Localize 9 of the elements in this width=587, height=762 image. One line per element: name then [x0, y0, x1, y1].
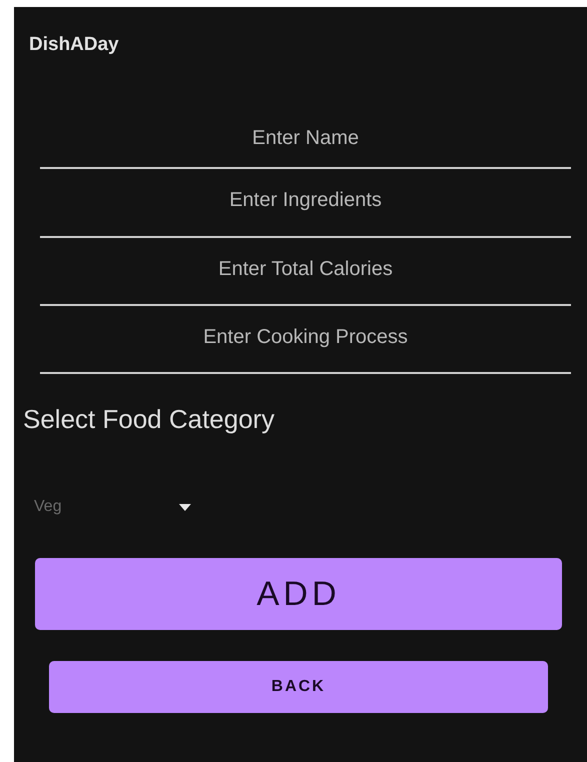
dropdown-caret-icon[interactable] [179, 504, 191, 510]
back-button[interactable]: BACK [49, 661, 548, 713]
category-label: Select Food Category [22, 403, 276, 436]
text-input-field[interactable]: Enter Total Calories [40, 238, 571, 306]
add-button[interactable]: ADD [35, 558, 562, 630]
app-title: DishADay [28, 33, 120, 57]
text-input-field[interactable]: Enter Name [40, 114, 571, 169]
text-input-field[interactable]: Enter Ingredients [40, 169, 571, 238]
text-input-field[interactable]: Enter Cooking Process [40, 306, 571, 374]
